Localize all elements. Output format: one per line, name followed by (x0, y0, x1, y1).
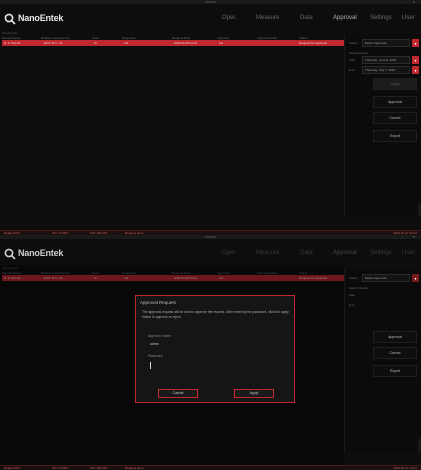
dialog-message: The approval request will be sent to app… (142, 310, 289, 319)
footer-port: Port: COM3 (52, 466, 68, 470)
cancel-button[interactable]: Cancel (373, 347, 417, 359)
nav-approval[interactable]: Approval (333, 250, 357, 256)
approver-label: Approver Name (148, 334, 172, 338)
cell-cassette: EVO-Tc 1 - 01 (44, 41, 63, 45)
password-input[interactable] (150, 362, 151, 369)
start-label: Start (349, 58, 356, 62)
nav-oper[interactable]: Oper. (222, 15, 237, 21)
status-select[interactable]: Before Approval (362, 39, 410, 47)
approver-field[interactable]: admin (150, 342, 159, 346)
cell-request-date: 2021.01.05 11:31 (174, 41, 198, 45)
logo-text: NanoEntek (18, 248, 64, 258)
start-date-field[interactable]: Thursday, June 9, 2022 (362, 56, 410, 64)
end-label: End (349, 303, 355, 307)
chevron-down-icon[interactable]: ▾ (412, 274, 419, 282)
status-label: Status (349, 276, 358, 280)
status-label: Status (349, 41, 358, 45)
nav-user[interactable]: User (402, 250, 415, 256)
period-label: Search Period (349, 286, 369, 290)
nanoentek-logo-icon (4, 248, 16, 260)
approval-table: Sample Name Related Cassette Key Tests R… (2, 35, 344, 46)
app-header: NanoEntek Oper. Measure Data Approval Se… (0, 4, 421, 30)
cell-tests: Tc (94, 41, 97, 45)
nav-data[interactable]: Data (300, 15, 313, 21)
cell-requester: Ltd (124, 41, 129, 45)
nav-settings[interactable]: Settings (370, 250, 392, 256)
footer-message: Request done (125, 466, 144, 470)
export-button[interactable]: Export (373, 365, 417, 377)
approval-request-dialog: Approval Request The approval request wi… (135, 295, 295, 403)
calendar-icon[interactable]: ▾ (412, 56, 419, 64)
cell-sample: N. F. Test 01 (4, 41, 21, 45)
app-header: NanoEntek Oper. Measure Data Approval Se… (0, 239, 421, 265)
password-label: Password (148, 354, 163, 358)
filter-sidebar: Status Before Approval ▾ Search Period S… (344, 34, 421, 217)
footer-serial: S/N: 181-001 (90, 466, 108, 470)
apply-button[interactable]: Apply (373, 78, 417, 90)
dialog-cancel-button[interactable]: Cancel (158, 389, 198, 398)
nav-measure[interactable]: Measure (256, 250, 279, 256)
export-button[interactable]: Export (373, 130, 417, 142)
dialog-apply-button[interactable]: Apply (234, 389, 274, 398)
cell-approver: Ltd (219, 41, 224, 45)
end-label: End (349, 68, 355, 72)
chevron-down-icon[interactable]: ▾ (412, 39, 419, 47)
footer-status: Ready EVO (4, 466, 20, 470)
nanoentek-logo-icon (4, 13, 16, 25)
screen-approval-modal: EVO-Tc ‒ ✕ NanoEntek Oper. Measure Data … (0, 235, 421, 470)
start-label: Start (349, 293, 356, 297)
nav-user[interactable]: User (402, 15, 415, 21)
nav-measure[interactable]: Measure (256, 15, 279, 21)
status-bar: Ready EVO Port: COM3 S/N: 181-001 Reques… (0, 465, 421, 470)
status-select[interactable]: Before Approval (362, 274, 410, 282)
calendar-icon[interactable]: ▾ (412, 66, 419, 74)
table-row[interactable]: N. F. Test 01 EVO-Tc 1 - 01 Tc Ltd 2021.… (2, 40, 344, 46)
approval-button[interactable]: Approval (373, 331, 417, 343)
cancel-button[interactable]: Cancel (373, 112, 417, 124)
approval-button[interactable]: Approval (373, 96, 417, 108)
footer-time: 2022-07-07 13:22 (393, 466, 417, 470)
period-label: Search Period (349, 51, 369, 55)
nav-data[interactable]: Data (300, 250, 313, 256)
nav-settings[interactable]: Settings (370, 15, 392, 21)
nav-approval[interactable]: Approval (333, 15, 357, 21)
cell-status: Request for Approval (299, 41, 328, 45)
dialog-title: Approval Request (140, 300, 176, 305)
screen-approval: EVO-Tc ‒ ✕ NanoEntek Oper. Measure Data … (0, 0, 421, 235)
filter-sidebar: Status Before Approval ▾ Search Period S… (344, 269, 421, 452)
nav-oper[interactable]: Oper. (222, 250, 237, 256)
end-date-field[interactable]: Thursday, July 7, 2022 (362, 66, 410, 74)
logo-text: NanoEntek (18, 13, 64, 23)
